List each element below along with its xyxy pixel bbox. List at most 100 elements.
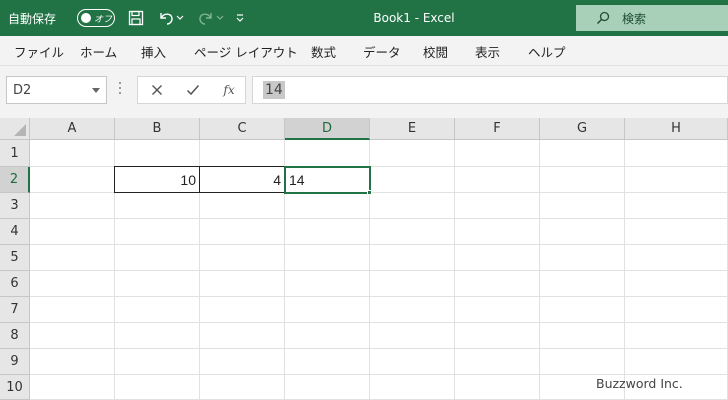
column-header-d[interactable]: D <box>285 118 370 140</box>
cell-c10[interactable] <box>200 375 285 400</box>
cell-a6[interactable] <box>30 271 115 297</box>
tab-insert[interactable]: 挿入 <box>141 36 166 66</box>
row-header-9[interactable]: 9 <box>0 349 30 375</box>
cell-a3[interactable] <box>30 193 115 219</box>
row-header-6[interactable]: 6 <box>0 271 30 297</box>
cell-g4[interactable] <box>540 219 625 245</box>
column-header-a[interactable]: A <box>30 118 115 140</box>
tab-help[interactable]: ヘルプ <box>528 36 566 66</box>
row-header-4[interactable]: 4 <box>0 219 30 245</box>
row-header-3[interactable]: 3 <box>0 193 30 219</box>
cell-d10[interactable] <box>285 375 370 400</box>
enter-check-icon[interactable] <box>178 77 208 103</box>
cell-h9[interactable] <box>625 349 728 375</box>
cell-f1[interactable] <box>455 140 540 167</box>
save-icon[interactable] <box>126 8 146 28</box>
tab-file[interactable]: ファイル <box>14 36 64 66</box>
row-header-10[interactable]: 10 <box>0 375 30 400</box>
cell-h5[interactable] <box>625 245 728 271</box>
cell-b1[interactable] <box>115 140 200 167</box>
cell-f2[interactable] <box>455 167 540 193</box>
cell-c9[interactable] <box>200 349 285 375</box>
cell-c2[interactable]: 4 <box>199 166 285 193</box>
column-header-e[interactable]: E <box>370 118 455 140</box>
cell-g9[interactable] <box>540 349 625 375</box>
cell-h1[interactable] <box>625 140 728 167</box>
cell-g1[interactable] <box>540 140 625 167</box>
column-header-h[interactable]: H <box>625 118 728 140</box>
chevron-down-icon[interactable] <box>92 88 100 93</box>
autosave-toggle[interactable]: オフ <box>77 9 115 27</box>
redo-dropdown-icon[interactable] <box>215 8 225 28</box>
cell-d7[interactable] <box>285 297 370 323</box>
cell-b3[interactable] <box>115 193 200 219</box>
cell-f10[interactable] <box>455 375 540 400</box>
cell-g2[interactable] <box>540 167 625 193</box>
tab-page-layout[interactable]: ページ レイアウト <box>194 36 298 66</box>
cell-g7[interactable] <box>540 297 625 323</box>
cell-e2[interactable] <box>370 167 455 193</box>
tab-data[interactable]: データ <box>363 36 401 66</box>
cell-a8[interactable] <box>30 323 115 349</box>
column-header-g[interactable]: G <box>540 118 625 140</box>
cell-h2[interactable] <box>625 167 728 193</box>
column-header-f[interactable]: F <box>455 118 540 140</box>
row-header-7[interactable]: 7 <box>0 297 30 323</box>
cell-c5[interactable] <box>200 245 285 271</box>
cell-b9[interactable] <box>115 349 200 375</box>
cell-b4[interactable] <box>115 219 200 245</box>
cell-e10[interactable] <box>370 375 455 400</box>
cell-e5[interactable] <box>370 245 455 271</box>
cell-d9[interactable] <box>285 349 370 375</box>
cell-f4[interactable] <box>455 219 540 245</box>
fill-handle[interactable] <box>367 190 372 195</box>
row-header-2[interactable]: 2 <box>0 167 30 193</box>
cell-c8[interactable] <box>200 323 285 349</box>
cell-f6[interactable] <box>455 271 540 297</box>
customize-toolbar-icon[interactable] <box>232 8 248 28</box>
cell-f8[interactable] <box>455 323 540 349</box>
cell-c3[interactable] <box>200 193 285 219</box>
name-box[interactable]: D2 <box>6 76 107 104</box>
cell-h3[interactable] <box>625 193 728 219</box>
insert-function-icon[interactable]: fx <box>214 77 244 103</box>
drag-handle-icon[interactable] <box>119 82 122 98</box>
cell-g8[interactable] <box>540 323 625 349</box>
cell-d1[interactable] <box>285 140 370 167</box>
select-all-button[interactable] <box>0 118 30 140</box>
cell-g5[interactable] <box>540 245 625 271</box>
cell-d3[interactable] <box>285 193 370 219</box>
cell-b8[interactable] <box>115 323 200 349</box>
cell-a5[interactable] <box>30 245 115 271</box>
cell-b2[interactable]: 10 <box>114 166 200 193</box>
search-box[interactable]: 検索 <box>576 5 728 31</box>
cell-b7[interactable] <box>115 297 200 323</box>
cell-c1[interactable] <box>200 140 285 167</box>
cell-c6[interactable] <box>200 271 285 297</box>
cell-e9[interactable] <box>370 349 455 375</box>
tab-home[interactable]: ホーム <box>80 36 117 66</box>
cell-b10[interactable] <box>115 375 200 400</box>
cell-e4[interactable] <box>370 219 455 245</box>
undo-icon[interactable] <box>156 8 176 28</box>
cancel-icon[interactable] <box>142 77 172 103</box>
column-header-c[interactable]: C <box>200 118 285 140</box>
cell-d8[interactable] <box>285 323 370 349</box>
cell-a4[interactable] <box>30 219 115 245</box>
cell-a10[interactable] <box>30 375 115 400</box>
cell-a1[interactable] <box>30 140 115 167</box>
cell-e1[interactable] <box>370 140 455 167</box>
formula-input[interactable]: 14 <box>252 76 728 104</box>
cell-c7[interactable] <box>200 297 285 323</box>
cell-f3[interactable] <box>455 193 540 219</box>
cell-e8[interactable] <box>370 323 455 349</box>
cell-c4[interactable] <box>200 219 285 245</box>
cell-a2[interactable] <box>30 167 115 193</box>
cell-f9[interactable] <box>455 349 540 375</box>
cell-e3[interactable] <box>370 193 455 219</box>
cell-g3[interactable] <box>540 193 625 219</box>
cell-d2-selected[interactable]: 14 <box>284 166 371 194</box>
cell-a9[interactable] <box>30 349 115 375</box>
cell-h4[interactable] <box>625 219 728 245</box>
cell-b6[interactable] <box>115 271 200 297</box>
